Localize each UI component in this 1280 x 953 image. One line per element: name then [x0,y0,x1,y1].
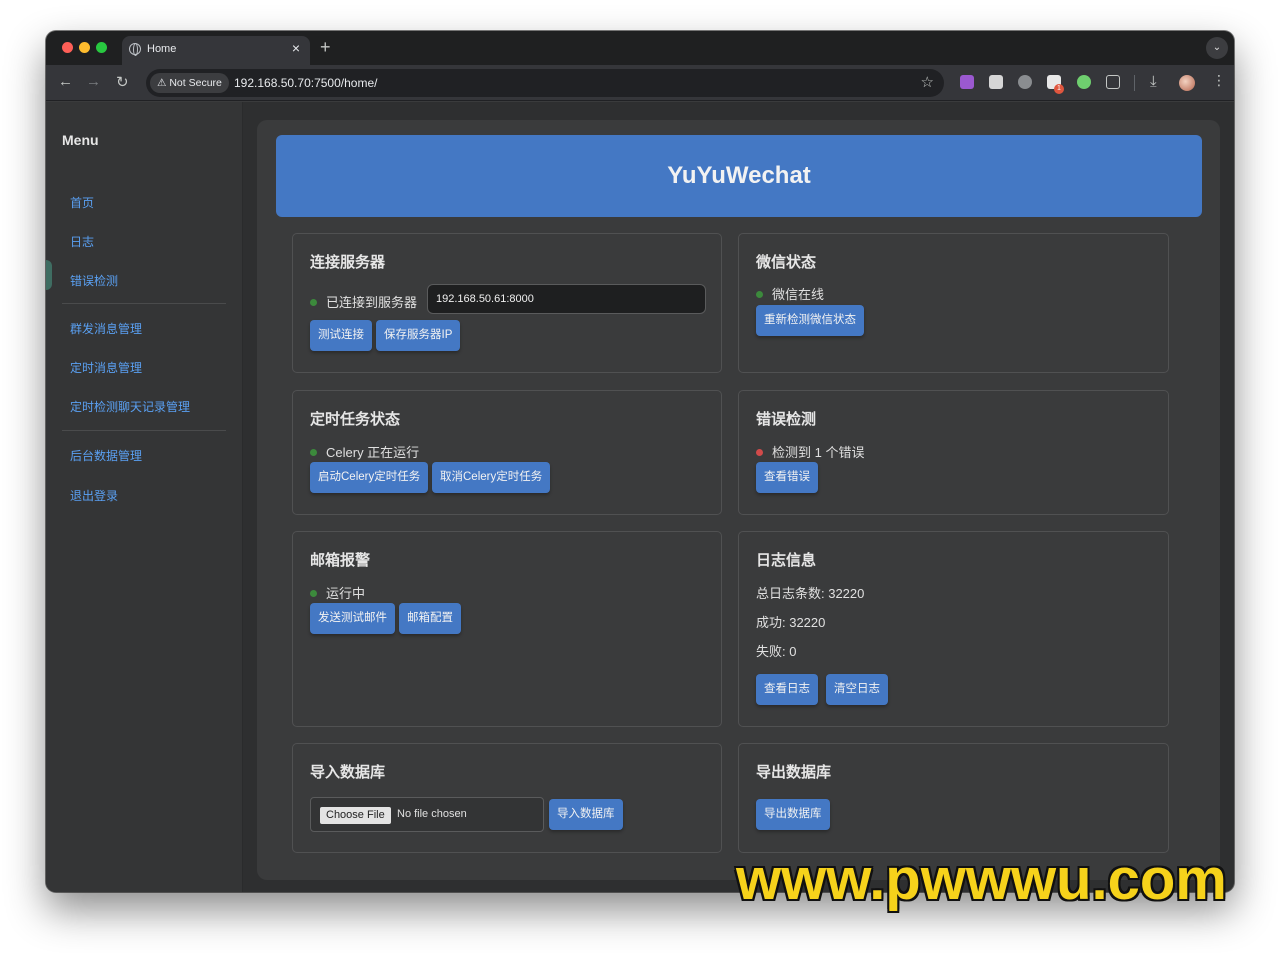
card-title: 错误检测 [756,411,817,428]
globe-icon [129,43,141,56]
tab-close-icon[interactable]: × [292,40,300,56]
status-dot [310,590,317,597]
log-fail: 失败: 0 [756,644,797,659]
server-ip-input[interactable]: 192.168.50.61:8000 [427,284,706,314]
cancel-celery-button[interactable]: 取消Celery定时任务 [432,462,551,493]
import-db-button[interactable]: 导入数据库 [549,799,623,830]
sidebar-item-error-detection[interactable]: 错误检测 [70,272,118,289]
card-title: 导出数据库 [756,764,832,781]
error-status: 检测到 1 个错误 [756,442,864,461]
sidebar-item-logout[interactable]: 退出登录 [70,487,118,504]
view-log-button[interactable]: 查看日志 [756,674,818,705]
extension-leaf-icon[interactable] [1077,75,1091,89]
choose-file-button[interactable]: Choose File [320,807,391,824]
sidebar: Menu 首页 日志 错误检测 群发消息管理 定时消息管理 定时检测聊天记录管理… [46,102,243,892]
sidebar-item-scheduled-message[interactable]: 定时消息管理 [70,359,142,376]
download-icon[interactable]: ⤓ [1150,73,1157,90]
reload-icon[interactable]: ↻ [116,73,129,91]
file-status: No file chosen [397,808,467,820]
forward-icon[interactable]: → [86,73,101,90]
sidebar-item-admin-data[interactable]: 后台数据管理 [70,447,142,464]
browser-menu-icon[interactable]: ⋮ [1212,72,1226,89]
extension-purple-icon[interactable] [960,75,974,89]
tab-strip: Home × + ⌄ [46,31,1234,65]
clear-log-button[interactable]: 清空日志 [826,674,888,705]
status-dot [756,449,763,456]
security-label: Not Secure [169,77,222,89]
profile-avatar[interactable] [1179,75,1195,91]
error-card: 错误检测 检测到 1 个错误 查看错误 [738,390,1169,515]
card-title: 连接服务器 [310,254,386,271]
toolbar-divider [1134,75,1135,91]
view-errors-button[interactable]: 查看错误 [756,462,818,493]
mail-status: 运行中 [310,583,365,602]
security-chip[interactable]: ⚠ Not Secure [150,73,229,93]
import-db-card: 导入数据库 Choose File No file chosen 导入数据库 [292,743,722,853]
test-connection-button[interactable]: 测试连接 [310,320,372,351]
mail-config-button[interactable]: 邮箱配置 [399,603,461,634]
sidebar-divider [62,430,226,431]
browser-toolbar: ← → ↻ ⚠ Not Secure 192.168.50.70:7500/ho… [46,65,1234,101]
mail-alert-card: 邮箱报警 运行中 发送测试邮件 邮箱配置 [292,531,722,727]
log-info-card: 日志信息 总日志条数: 32220 成功: 32220 失败: 0 查看日志 清… [738,531,1169,727]
celery-card: 定时任务状态 Celery 正在运行 启动Celery定时任务 取消Celery… [292,390,722,515]
wechat-card: 微信状态 微信在线 重新检测微信状态 [738,233,1169,373]
back-icon[interactable]: ← [58,73,73,90]
sidebar-item-chat-check[interactable]: 定时检测聊天记录管理 [70,398,190,415]
main-panel: YuYuWechat 连接服务器 已连接到服务器 192.168.50.61:8… [257,120,1220,880]
tab-home[interactable]: Home × [122,36,310,65]
extension-glasses-icon[interactable] [1018,75,1032,89]
url-text[interactable]: 192.168.50.70:7500/home/ [234,76,377,90]
log-success: 成功: 32220 [756,615,826,630]
maximize-window-button[interactable] [96,42,107,53]
extensions-puzzle-icon[interactable] [1106,75,1120,89]
browser-window: Home × + ⌄ ← → ↻ ⚠ Not Secure 192.168.50… [46,31,1234,892]
status-dot [310,299,317,306]
file-input[interactable]: Choose File No file chosen [310,797,544,832]
server-status: 已连接到服务器 [310,292,417,311]
wechat-status: 微信在线 [756,284,824,303]
sidebar-item-broadcast[interactable]: 群发消息管理 [70,320,142,337]
status-dot [310,449,317,456]
extension-wallet-icon[interactable] [989,75,1003,89]
log-total: 总日志条数: 32220 [756,586,865,601]
recheck-wechat-button[interactable]: 重新检测微信状态 [756,305,864,336]
sidebar-item-log[interactable]: 日志 [70,233,94,250]
card-title: 日志信息 [756,552,817,569]
page-title: YuYuWechat [276,135,1202,217]
sidebar-divider [62,303,226,304]
save-server-ip-button[interactable]: 保存服务器IP [376,320,461,351]
status-dot [756,291,763,298]
start-celery-button[interactable]: 启动Celery定时任务 [310,462,429,493]
minimize-window-button[interactable] [79,42,90,53]
close-window-button[interactable] [62,42,73,53]
card-title: 邮箱报警 [310,552,371,569]
address-bar[interactable]: ⚠ Not Secure 192.168.50.70:7500/home/ ☆ [146,69,944,97]
card-title: 定时任务状态 [310,411,401,428]
card-title: 微信状态 [756,254,817,271]
send-test-mail-button[interactable]: 发送测试邮件 [310,603,395,634]
extension-badge: 1 [1054,84,1064,94]
export-db-button[interactable]: 导出数据库 [756,799,830,830]
menu-title: Menu [62,132,99,148]
celery-status: Celery 正在运行 [310,442,419,461]
tab-title: Home [147,43,177,55]
page-content: Menu 首页 日志 错误检测 群发消息管理 定时消息管理 定时检测聊天记录管理… [46,102,1234,892]
new-tab-button[interactable]: + [320,37,331,58]
sidebar-item-home[interactable]: 首页 [70,194,94,211]
card-title: 导入数据库 [310,764,386,781]
warning-icon: ⚠ [157,77,167,89]
export-db-card: 导出数据库 导出数据库 [738,743,1169,853]
watermark-text: www.pwwwu.com [736,847,1227,912]
tab-search-button[interactable]: ⌄ [1206,37,1228,59]
active-indicator [46,260,52,290]
server-card: 连接服务器 已连接到服务器 192.168.50.61:8000 测试连接 保存… [292,233,722,373]
bookmark-star-icon[interactable]: ☆ [921,73,934,91]
